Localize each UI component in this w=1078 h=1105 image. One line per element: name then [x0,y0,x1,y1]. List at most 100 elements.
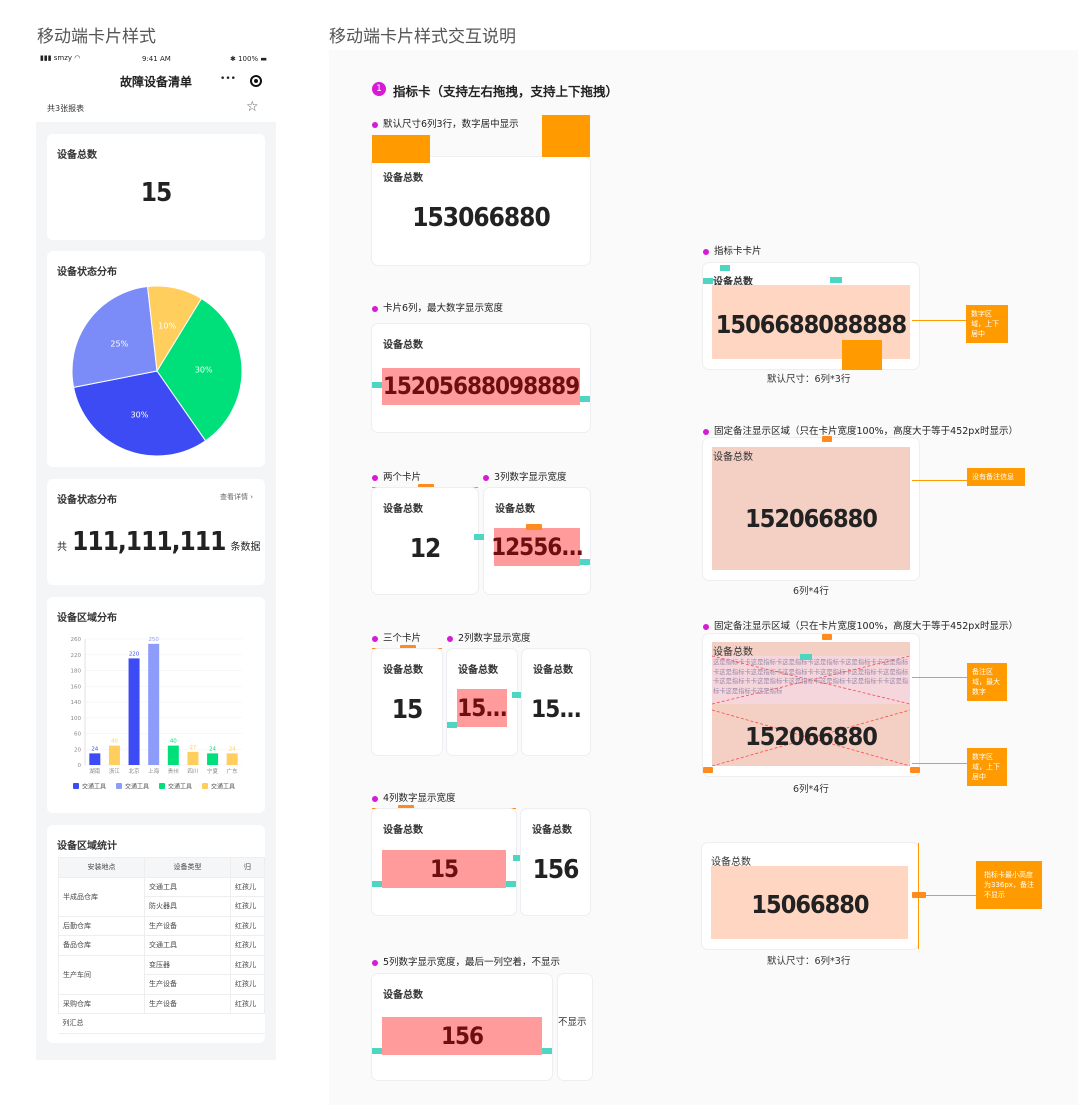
card-bar[interactable]: 设备区域分布 260 220 180 160 140 100 60 20 0 24 湖南 40 浙江 22… [47,597,265,813]
legend-label: 交通工具 [168,783,192,791]
legend-swatch [202,783,208,789]
callout-line [912,480,967,481]
card-pie[interactable]: 设备状态分布 30% 30% 25% 10% [47,251,265,467]
card-four-side[interactable]: 设备总数 156 [521,809,590,915]
table-cell: 防火器具 [144,896,231,917]
annotation-tag [912,892,926,898]
status-carrier: ▮▮▮ smzy ◠ [40,54,81,62]
card-table[interactable]: 设备区域统计 安装地点 设备类型 归 半成品仓库 交通工具 红孩儿 防火器具 红… [47,825,265,1043]
annotation-tag [720,265,730,271]
card-bar-title: 设备区域分布 [57,613,117,624]
table-cell: 半成品仓库 [58,876,145,917]
annotation-tag [842,340,882,370]
card-six-col[interactable]: 设备总数 15205688098889 [372,324,590,432]
table-cell: 后勤仓库 [58,915,145,936]
note-text: 这是指标卡卡这是指标卡这是指标卡这是指标卡这是指标卡卡这是指标卡这是指标卡这是指… [713,659,909,695]
card-title: 设备总数 [532,825,572,836]
table-row: 备品仓库 交通工具 红孩儿 [58,935,265,956]
label-default: 默认尺寸6列3行，数字居中显示 [372,116,519,130]
x-tick-label: 湖南 [89,767,101,775]
x-tick-label: 广东 [227,767,239,775]
y-tick-label: 260 [71,637,82,643]
bar-value-label: 40 [170,739,177,745]
star-icon[interactable]: ☆ [246,99,259,115]
bar [167,745,179,765]
table-footer-cell: 列汇总 [58,1013,265,1034]
x-tick-label: 上海 [148,767,160,775]
status-time: 9:41 AM [142,55,171,63]
bar [89,753,101,765]
annotation-tag [526,524,542,530]
card-title: 设备总数 [383,504,423,515]
card-indicator[interactable]: 设备总数 1506688088888 [703,263,919,369]
card-two-b[interactable]: 设备总数 12556... [484,488,590,594]
table-row: 采购仓库 生产设备 红孩儿 [58,993,265,1014]
bar-value-label: 27 [189,745,196,751]
report-count: 共3张报表 [47,104,85,113]
caption-64b: 6列*4行 [793,784,829,795]
label-two-col: 2列数字显示宽度 [447,630,531,644]
bar-value-label: 24 [229,746,236,752]
table-cell: 生产设备 [144,974,231,995]
callout-min-height: 指标卡最小高度为336px，备注不显示 [976,861,1042,909]
bar-value-label: 24 [209,746,216,752]
table-cell: 生产设备 [144,915,231,936]
callout-no-note: 没有备注信息 [967,468,1025,486]
label-fixed-b: 固定备注显示区域（只在卡片宽度100%，高度大于等于452px时显示） [703,618,1018,632]
count-value: 111,111,111 [72,527,226,557]
annotation-tag [512,692,522,698]
y-tick-label: 100 [71,716,82,722]
card-fixed-a[interactable]: 设备总数 152066880 [703,438,919,580]
card-three-a[interactable]: 设备总数 15 [372,649,442,755]
card-title: 设备总数 [495,504,535,515]
label-indicator: 指标卡卡片 [703,243,762,257]
card-empty: 不显示 [558,974,592,1080]
bar [187,751,199,765]
close-target-icon[interactable] [250,75,262,87]
table-header: 归 [230,857,265,878]
legend-label: 交通工具 [211,783,235,791]
card-four[interactable]: 设备总数 15 [372,809,516,915]
label-three-cards: 三个卡片 [372,630,421,644]
legend-label: 交通工具 [82,783,106,791]
card-three-b[interactable]: 设备总数 15... [447,649,517,755]
annotation-tag [447,722,457,728]
bar-value-label: 40 [111,739,118,745]
bar [108,745,120,765]
annotation-tag [542,115,590,157]
label-two-cards: 两个卡片 [372,469,421,483]
card-title: 设备总数 [383,340,423,351]
pie-slice-label: 10% [158,321,176,330]
card-value: 15 [391,695,424,725]
left-section-title: 移动端卡片样式 [37,27,156,47]
legend-swatch [116,783,122,789]
table-cell: 红孩儿 [230,954,265,975]
label-six-col: 卡片6列，最大数字显示宽度 [372,300,503,314]
card-pie-title: 设备状态分布 [57,267,117,278]
y-tick-label: 140 [71,700,82,706]
annotation-tag [580,559,590,565]
more-button[interactable]: ••• [216,72,240,88]
card-value: 15... [531,695,582,723]
count-suffix: 条数据 [230,542,261,553]
card-title: 设备总数 [383,173,423,184]
callout-number-area-b: 数字区域，上下居中 [967,748,1007,786]
y-tick-label: 160 [71,684,82,690]
status-battery: ✱ 100% ▬ [230,55,267,63]
callout-line [912,677,967,678]
table-cell: 生产设备 [144,993,231,1014]
card-value: 15066880 [751,890,869,919]
card-three-c[interactable]: 设备总数 15... [522,649,590,755]
table-cell: 红孩儿 [230,915,265,936]
card-default[interactable]: 设备总数 153066880 [372,157,590,265]
card-min[interactable]: 设备总数 15066880 [702,843,918,949]
card-value: 1506688088888 [715,310,907,339]
card-count[interactable]: 设备状态分布 查看详情 › 共 111,111,111 条数据 [47,479,265,585]
card-two-a[interactable]: 设备总数 12 [372,488,478,594]
view-details-link[interactable]: 查看详情 › [220,492,253,502]
card-total[interactable]: 设备总数 15 [47,134,265,240]
annotation-tag [822,436,832,442]
card-five[interactable]: 设备总数 156 [372,974,552,1080]
annotation-tag [580,396,590,402]
spec-heading: 指标卡（支持左右拖拽，支持上下拖拽） [393,84,619,99]
